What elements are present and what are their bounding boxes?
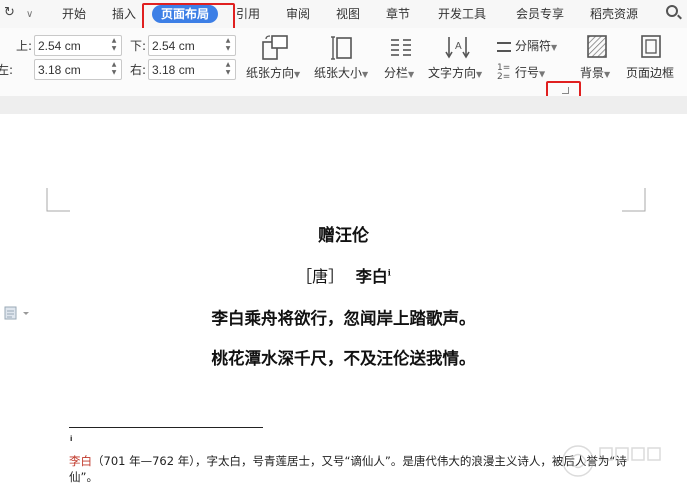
bottom-margin-spinner[interactable]: ▲▼ bbox=[148, 35, 236, 56]
breaks-button[interactable]: 分隔符▼ bbox=[497, 38, 557, 56]
top-margin-input[interactable] bbox=[35, 36, 109, 55]
poem-line-2: 桃花潭水深千尺，不及汪伦送我情。 bbox=[211, 349, 476, 368]
tab-review[interactable]: 审阅 bbox=[286, 6, 310, 22]
poem-title: 赠汪伦 bbox=[318, 226, 369, 246]
spinner-arrows-icon[interactable]: ▲ ▼ bbox=[223, 37, 233, 53]
highlight-box-layout-tab bbox=[142, 3, 235, 30]
tab-resources[interactable]: 稻壳资源 bbox=[590, 6, 638, 22]
left-margin-spinner[interactable]: ▲▼ bbox=[34, 59, 122, 80]
tab-start[interactable]: 开始 bbox=[62, 6, 86, 22]
page-corner-mark-right bbox=[622, 188, 646, 212]
line-numbers-icon: 1= 2= bbox=[497, 63, 511, 82]
text-direction-label: 文字方向 bbox=[428, 66, 477, 80]
ribbon-separator-strip bbox=[0, 96, 687, 114]
breaks-icon bbox=[497, 41, 511, 52]
poem-author-line: ［唐］ 李白i bbox=[0, 263, 687, 287]
chevron-down-icon: ▼ bbox=[476, 70, 483, 79]
footnote-text: 李白（701 年—762 年），字太白，号青莲居士，又号“谪仙人”。是唐代伟大的… bbox=[69, 453, 629, 485]
page-border-icon bbox=[641, 35, 661, 58]
right-margin-label: 右: bbox=[130, 63, 147, 77]
poem-line-1: 李白乘舟将欲行，忽闻岸上踏歌声。 bbox=[211, 309, 476, 328]
background-button[interactable]: 背景▼ bbox=[580, 34, 614, 84]
page-border-button[interactable]: 页面边框 bbox=[626, 34, 678, 84]
left-margin-label: 左: bbox=[0, 63, 14, 77]
top-margin-spinner[interactable]: ▲▼ bbox=[34, 35, 122, 56]
right-margin-input[interactable] bbox=[149, 60, 223, 79]
refresh-icon[interactable]: ↻ bbox=[4, 5, 15, 21]
right-margin-spinner[interactable]: ▲▼ bbox=[148, 59, 236, 80]
poem-author: 李白 bbox=[355, 267, 388, 286]
bottom-margin-input[interactable] bbox=[149, 36, 223, 55]
line-numbers-button[interactable]: 1= 2= 行号▼ bbox=[497, 64, 545, 83]
chevron-down-icon: ▼ bbox=[539, 69, 546, 79]
columns-icon bbox=[391, 39, 411, 56]
footnote-mark: i bbox=[70, 435, 73, 443]
chevron-down-icon: ▼ bbox=[408, 70, 415, 79]
quick-access-dropdown-icon[interactable]: ∨ bbox=[26, 7, 33, 23]
footnote-body: （701 年—762 年），字太白，号青莲居士，又号“谪仙人”。是唐代伟大的浪漫… bbox=[69, 454, 627, 484]
search-icon[interactable] bbox=[666, 5, 678, 17]
paper-size-icon bbox=[331, 36, 352, 60]
poem-dynasty: ［唐］ bbox=[296, 267, 345, 286]
paragraph-layout-icon[interactable] bbox=[4, 306, 32, 320]
spinner-arrows-icon[interactable]: ▲ ▼ bbox=[109, 61, 119, 77]
top-margin-label: 上: bbox=[16, 39, 33, 53]
orientation-label: 纸张方向 bbox=[246, 66, 295, 80]
tab-view[interactable]: 视图 bbox=[336, 6, 360, 22]
page-border-label: 页面边框 bbox=[626, 66, 675, 80]
columns-button[interactable]: 分栏▼ bbox=[384, 34, 418, 84]
bottom-margin-label: 下: bbox=[130, 39, 147, 53]
paper-size-label: 纸张大小 bbox=[314, 66, 363, 80]
footnote-reference[interactable]: i bbox=[388, 268, 391, 278]
footnote-separator bbox=[69, 427, 263, 428]
chevron-down-icon: ▼ bbox=[362, 70, 369, 79]
orientation-button[interactable]: 纸张方向▼ bbox=[246, 34, 304, 84]
spinner-arrows-icon[interactable]: ▲ ▼ bbox=[109, 37, 119, 53]
chevron-down-icon: ▼ bbox=[551, 43, 558, 52]
tab-member[interactable]: 会员专享 bbox=[516, 6, 564, 22]
tab-developer-tools[interactable]: 开发工具 bbox=[438, 6, 486, 22]
footnote-name: 李白 bbox=[69, 454, 92, 468]
background-icon bbox=[587, 35, 607, 58]
watermark-logo bbox=[562, 445, 661, 477]
text-direction-icon: A bbox=[445, 37, 470, 59]
columns-label: 分栏 bbox=[384, 66, 409, 80]
tab-sections[interactable]: 章节 bbox=[386, 6, 410, 22]
page-corner-mark-left bbox=[46, 188, 70, 212]
orientation-icon bbox=[262, 35, 288, 60]
ribbon-tab-bar: ↻ ∨ 开始 插入 页面布局 引用 审阅 视图 章节 开发工具 会员专享 稻壳资… bbox=[0, 0, 687, 28]
spinner-arrows-icon[interactable]: ▲ ▼ bbox=[223, 61, 233, 77]
left-margin-input[interactable] bbox=[35, 60, 109, 79]
chevron-down-icon: ▼ bbox=[604, 70, 611, 79]
svg-text:A: A bbox=[455, 41, 462, 52]
paper-size-button[interactable]: 纸张大小▼ bbox=[314, 34, 372, 84]
background-label: 背景 bbox=[580, 66, 605, 80]
tab-insert[interactable]: 插入 bbox=[112, 6, 136, 22]
chevron-down-icon: ▼ bbox=[294, 70, 301, 79]
tab-references[interactable]: 引用 bbox=[236, 6, 260, 22]
line-numbers-label: 行号 bbox=[515, 65, 540, 80]
breaks-label: 分隔符 bbox=[515, 39, 552, 53]
text-direction-button[interactable]: A 文字方向▼ bbox=[428, 34, 488, 84]
